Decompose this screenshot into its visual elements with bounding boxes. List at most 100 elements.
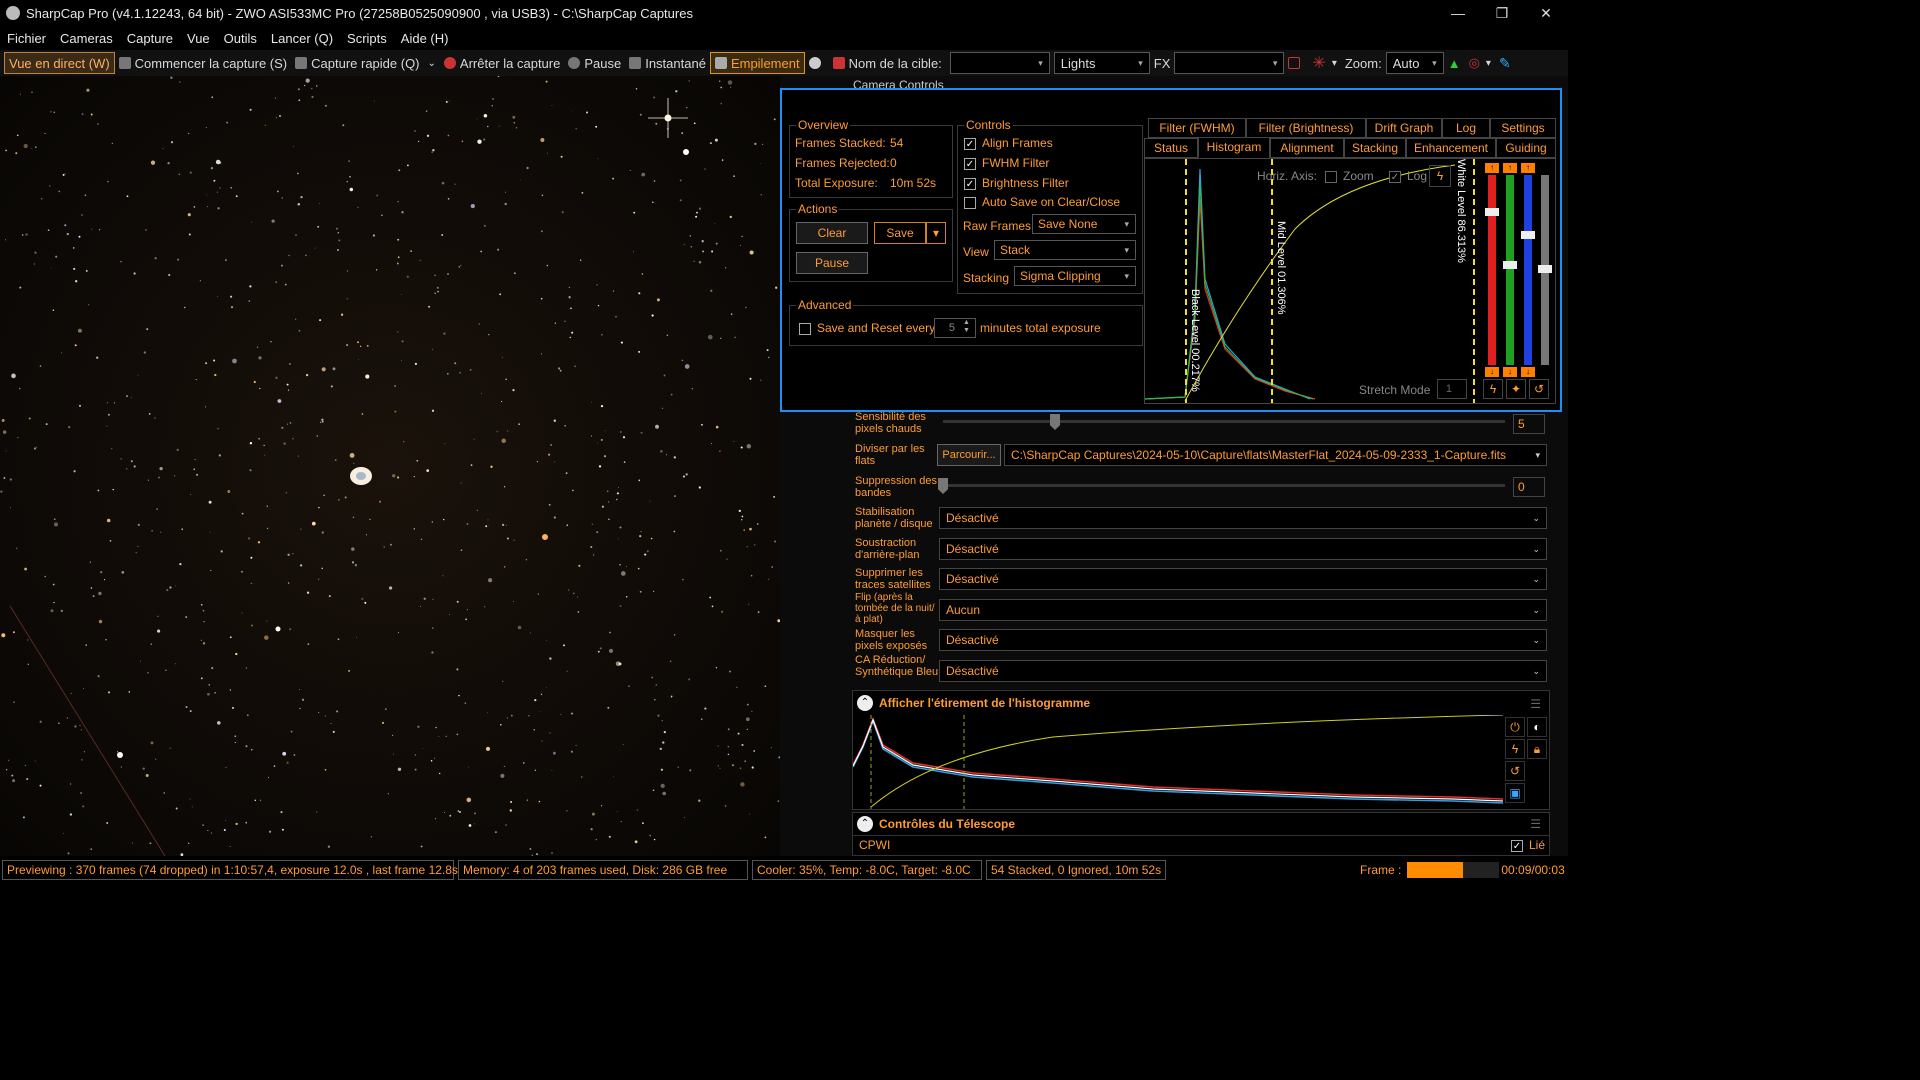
tab-stacking[interactable]: Stacking: [1344, 138, 1406, 158]
lock-icon[interactable]: 🔒︎: [1527, 739, 1547, 759]
arrow-down-icon[interactable]: ↓: [1485, 367, 1499, 377]
log-checkbox[interactable]: ✓: [1389, 170, 1401, 183]
tab-status[interactable]: Status: [1144, 138, 1198, 158]
arrow-down-icon[interactable]: ↓: [1503, 367, 1517, 377]
chevron-up-icon[interactable]: ▲: [958, 319, 975, 327]
raw-frames-select[interactable]: Save None ▾: [1032, 214, 1136, 234]
snapshot-button[interactable]: Instantané: [625, 52, 710, 74]
maximize-button[interactable]: ❐: [1480, 0, 1524, 26]
reset-icon[interactable]: ↺: [1529, 379, 1549, 399]
save-button[interactable]: Save: [874, 222, 926, 244]
lightning-icon[interactable]: ϟ: [1505, 739, 1525, 759]
tab-histogram[interactable]: Histogram: [1198, 137, 1270, 158]
banding-value[interactable]: 0: [1513, 477, 1545, 497]
live-image[interactable]: [0, 76, 780, 856]
collapse-icon[interactable]: ⌃: [857, 695, 873, 711]
sparkle-icon[interactable]: ✦: [1506, 379, 1526, 399]
tab-settings[interactable]: Settings: [1490, 118, 1556, 138]
pause-stack-button[interactable]: Pause: [796, 252, 868, 274]
align-frames-checkbox[interactable]: ✓: [964, 137, 976, 150]
chevron-down-icon[interactable]: ⌄: [428, 58, 436, 69]
live-view-button[interactable]: Vue en direct (W): [4, 52, 115, 74]
crosshair-button[interactable]: ✳ ▾: [1308, 52, 1340, 74]
arrow-up-icon[interactable]: ↑: [1503, 163, 1517, 173]
power-icon[interactable]: ⏻: [1505, 717, 1525, 737]
tab-filter-brightness[interactable]: Filter (Brightness): [1246, 118, 1366, 138]
frame-type-select[interactable]: Lights ▾: [1053, 52, 1150, 74]
save-options-button[interactable]: ▾: [926, 222, 946, 244]
view-select[interactable]: Stack ▾: [994, 240, 1136, 260]
banding-slider[interactable]: [943, 484, 1505, 487]
mask-select[interactable]: Désactivé ⌄: [939, 629, 1547, 651]
menu-view[interactable]: Vue: [180, 31, 217, 46]
stacking-button[interactable]: Empilement: [709, 52, 805, 74]
menu-tools[interactable]: Outils: [217, 31, 264, 46]
target-name-select[interactable]: ▾: [949, 52, 1050, 74]
green-slider-thumb[interactable]: [1503, 261, 1517, 269]
bg-subtraction-select[interactable]: Désactivé ⌄: [939, 538, 1547, 560]
arrow-up-icon[interactable]: ↑: [1485, 163, 1499, 173]
fwhm-filter-checkbox[interactable]: ✓: [964, 157, 976, 170]
stretch-histogram-plot[interactable]: [853, 715, 1505, 809]
stop-capture-button[interactable]: Arrêter la capture: [440, 52, 564, 74]
tab-drift-graph[interactable]: Drift Graph: [1366, 118, 1442, 138]
pause-button[interactable]: Pause: [564, 52, 625, 74]
hot-pixels-value[interactable]: 5: [1513, 414, 1545, 434]
contrast-icon[interactable]: ◐: [1527, 717, 1547, 737]
start-capture-button[interactable]: Commencer la capture (S): [115, 52, 291, 74]
chevron-down-icon[interactable]: ▼: [958, 327, 975, 335]
menu-launch[interactable]: Lancer (Q): [264, 31, 340, 46]
save-reset-checkbox[interactable]: [799, 322, 811, 335]
blue-slider-track[interactable]: [1524, 175, 1532, 365]
tab-alignment[interactable]: Alignment: [1270, 138, 1344, 158]
roi-button[interactable]: [1284, 52, 1308, 74]
tab-guiding[interactable]: Guiding: [1496, 138, 1556, 158]
menu-scripts[interactable]: Scripts: [340, 31, 394, 46]
find-button[interactable]: ◎ ▾: [1465, 52, 1495, 74]
close-button[interactable]: ✕: [1524, 0, 1568, 26]
histogram-button[interactable]: ▲: [1444, 52, 1465, 74]
brush-button[interactable]: ✎: [1495, 52, 1515, 74]
green-slider-track[interactable]: [1506, 175, 1514, 365]
arrow-up-icon[interactable]: ↑: [1521, 163, 1535, 173]
stacking-select[interactable]: Sigma Clipping ▾: [1014, 266, 1136, 286]
auto-save-checkbox[interactable]: [964, 196, 976, 209]
menu-help[interactable]: Aide (H): [394, 31, 456, 46]
auto-stretch-button[interactable]: ϟ: [1429, 165, 1451, 187]
stack-histogram[interactable]: Black Level 00.217% Mid Level 01.306% Wh…: [1144, 158, 1556, 404]
stepper-arrows[interactable]: ▲ ▼: [958, 319, 975, 337]
red-slider-thumb[interactable]: [1485, 208, 1499, 216]
tab-filter-fwhm[interactable]: Filter (FWHM): [1148, 118, 1246, 138]
tab-enhancement[interactable]: Enhancement: [1406, 138, 1496, 158]
save-icon[interactable]: ▣: [1505, 783, 1525, 803]
clear-button[interactable]: Clear: [796, 222, 868, 244]
satellite-select[interactable]: Désactivé ⌄: [939, 568, 1547, 590]
red-slider-track[interactable]: [1488, 175, 1496, 365]
menu-cameras[interactable]: Cameras: [53, 31, 120, 46]
browse-flats-button[interactable]: Parcourir...: [937, 444, 1001, 466]
lum-slider-thumb[interactable]: [1538, 265, 1552, 273]
circle-button[interactable]: [805, 52, 829, 74]
linked-checkbox[interactable]: ✓: [1510, 839, 1523, 852]
arrow-down-icon[interactable]: ↓: [1521, 367, 1535, 377]
brightness-filter-checkbox[interactable]: ✓: [964, 177, 976, 190]
menu-file[interactable]: Fichier: [0, 31, 53, 46]
ca-select[interactable]: Désactivé ⌄: [939, 660, 1547, 682]
zoom-select[interactable]: Auto ▾: [1385, 52, 1444, 74]
menu-icon[interactable]: ☰: [1530, 817, 1541, 831]
lightning-icon[interactable]: ϟ: [1483, 379, 1503, 399]
fx-select[interactable]: ▾: [1174, 52, 1285, 74]
menu-capture[interactable]: Capture: [120, 31, 180, 46]
stretch-mode-stepper[interactable]: 1: [1437, 379, 1467, 399]
collapse-icon[interactable]: ⌃: [857, 816, 873, 832]
hot-pixels-slider[interactable]: [943, 420, 1505, 423]
quick-capture-button[interactable]: Capture rapide (Q) ⌄: [291, 52, 440, 74]
menu-icon[interactable]: ☰: [1530, 697, 1541, 711]
reset-icon[interactable]: ↺: [1505, 761, 1525, 781]
zoom-checkbox[interactable]: [1325, 170, 1337, 183]
stabilisation-select[interactable]: Désactivé ⌄: [939, 507, 1547, 529]
flats-path-select[interactable]: C:\SharpCap Captures\2024-05-10\Capture\…: [1004, 444, 1547, 466]
minimize-button[interactable]: —: [1436, 0, 1480, 26]
tab-log[interactable]: Log: [1442, 118, 1490, 138]
flip-select[interactable]: Aucun ⌄: [939, 599, 1547, 621]
